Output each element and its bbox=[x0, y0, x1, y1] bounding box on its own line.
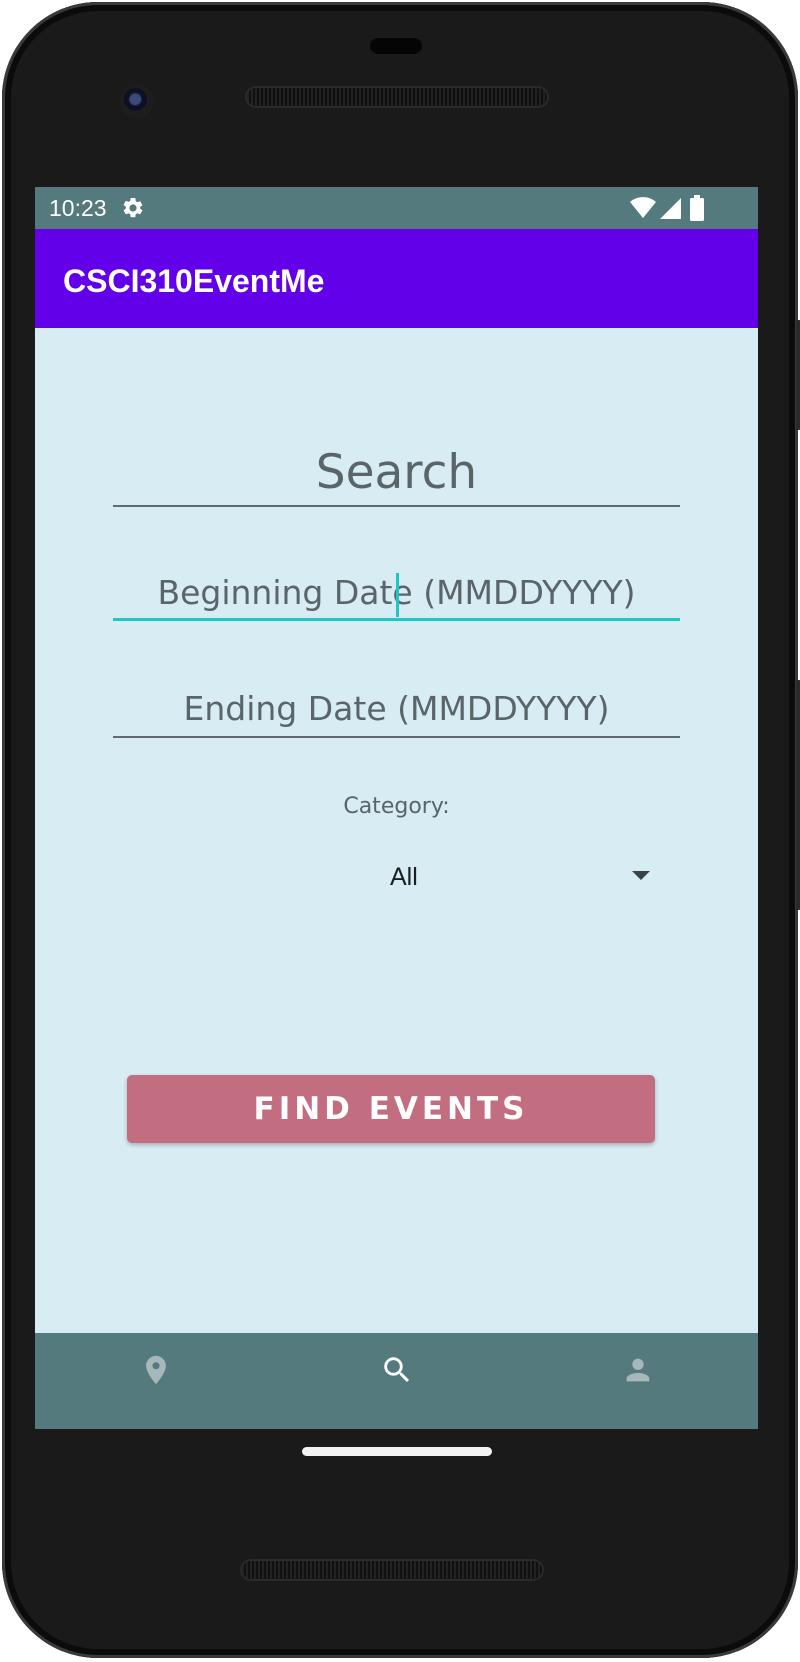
text-cursor bbox=[396, 573, 399, 617]
app-title: CSCI310EventMe bbox=[63, 263, 325, 299]
category-selected-value: All bbox=[390, 863, 418, 891]
wifi-icon bbox=[630, 197, 656, 218]
signal-icon bbox=[660, 198, 681, 219]
person-icon bbox=[626, 1358, 650, 1382]
volume-button bbox=[796, 680, 800, 910]
search-icon bbox=[384, 1357, 410, 1383]
dropdown-arrow-icon bbox=[632, 871, 650, 880]
bottom-speaker bbox=[242, 1561, 542, 1579]
front-camera bbox=[120, 84, 154, 118]
category-dropdown[interactable]: All bbox=[390, 852, 690, 902]
top-speaker bbox=[247, 88, 547, 106]
search-input-underline bbox=[113, 505, 680, 507]
earpiece bbox=[370, 38, 422, 54]
nav-item-search[interactable] bbox=[276, 1333, 517, 1429]
find-events-button[interactable]: FIND EVENTS bbox=[127, 1075, 655, 1143]
nav-item-profile[interactable] bbox=[517, 1333, 758, 1429]
nav-item-map[interactable] bbox=[35, 1333, 276, 1429]
battery-icon bbox=[690, 195, 704, 221]
gear-icon bbox=[123, 197, 143, 218]
category-label: Category: bbox=[343, 794, 450, 819]
bottom-navigation bbox=[35, 1333, 758, 1429]
map-pin-icon bbox=[146, 1355, 166, 1385]
beginning-date-underline bbox=[113, 618, 680, 621]
status-time: 10:23 bbox=[49, 195, 107, 221]
ending-date-input[interactable]: Ending Date (MMDDYYYY) bbox=[113, 687, 680, 731]
home-gesture-bar[interactable] bbox=[302, 1447, 492, 1456]
app-bar: CSCI310EventMe bbox=[35, 229, 758, 328]
app-screen: 10:23 CSCI310EventMe Search Beginning Da… bbox=[35, 187, 758, 1429]
power-button bbox=[796, 320, 800, 430]
status-bar: 10:23 bbox=[35, 187, 758, 229]
search-input[interactable]: Search bbox=[113, 442, 680, 504]
ending-date-underline bbox=[113, 736, 680, 738]
